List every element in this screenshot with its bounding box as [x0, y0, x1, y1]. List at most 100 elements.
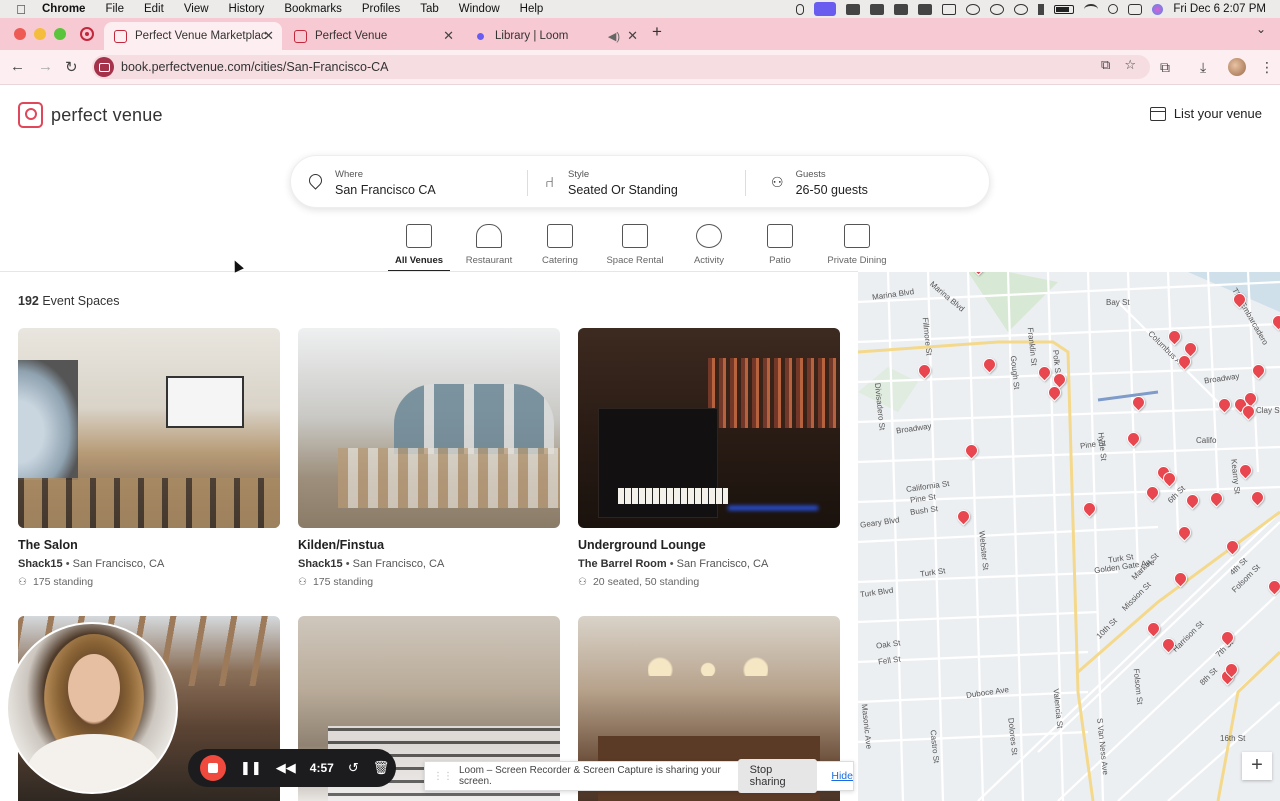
menu-history[interactable]: History: [229, 3, 265, 15]
map-zoom-in-button[interactable]: +: [1242, 752, 1272, 780]
profile-avatar[interactable]: [1228, 58, 1246, 76]
menu-edit[interactable]: Edit: [144, 3, 164, 15]
venue-card[interactable]: The Salon Shack15 • San Francisco, CA ⚇ 1…: [18, 328, 280, 588]
screen-record-icon[interactable]: [814, 2, 837, 16]
zoom-window-button[interactable]: [54, 28, 66, 40]
category-space-rental[interactable]: Space Rental: [592, 224, 678, 266]
sharing-message: Loom – Screen Recorder & Screen Capture …: [459, 765, 721, 787]
close-tab-icon[interactable]: ✕: [263, 28, 274, 44]
category-label: Catering: [542, 255, 578, 266]
menu-tab[interactable]: Tab: [420, 3, 439, 15]
site-info-icon[interactable]: [94, 57, 114, 77]
address-bar[interactable]: book.perfectvenue.com/cities/San-Francis…: [92, 55, 1150, 79]
extensions-puzzle-icon[interactable]: ⧉: [1160, 59, 1170, 76]
hide-banner-link[interactable]: Hide: [831, 770, 853, 782]
category-patio[interactable]: Patio: [740, 224, 820, 266]
loom-stop-button[interactable]: [200, 755, 226, 781]
battery-icon[interactable]: [1054, 4, 1075, 14]
map-street-label: Califo: [1196, 436, 1217, 445]
new-tab-icon[interactable]: +: [652, 22, 662, 42]
guests-field[interactable]: ⚇ Guests 26-50 guests: [771, 156, 971, 209]
drag-handle-icon[interactable]: ⋮⋮: [433, 771, 453, 782]
pause-icon[interactable]: ❚❚: [240, 760, 262, 776]
wifi-icon[interactable]: [1084, 3, 1099, 15]
dropbox-icon[interactable]: [870, 3, 885, 15]
siri-icon[interactable]: [1152, 3, 1164, 15]
category-restaurant[interactable]: Restaurant: [450, 224, 528, 266]
restart-icon[interactable]: ↺: [348, 760, 359, 776]
play-icon[interactable]: [1014, 3, 1029, 15]
download-icon[interactable]: ⤓: [1200, 59, 1206, 76]
onepassword-icon[interactable]: [990, 3, 1005, 15]
venue-card[interactable]: Underground Lounge The Barrel Room • San…: [578, 328, 840, 588]
window-controls: [14, 28, 66, 40]
category-catering[interactable]: Catering: [528, 224, 592, 266]
category-private-dining[interactable]: Private Dining: [820, 224, 894, 266]
cloud-icon[interactable]: [966, 3, 981, 15]
bluetooth-icon[interactable]: [1038, 3, 1045, 15]
slack-icon[interactable]: [846, 3, 861, 15]
menu-view[interactable]: View: [184, 3, 209, 15]
chrome-menu-icon[interactable]: ⋮: [1260, 59, 1274, 76]
reload-icon[interactable]: ↻: [65, 58, 78, 76]
menu-help[interactable]: Help: [520, 3, 544, 15]
tab-library-loom[interactable]: Library | Loom ◀) ✕: [464, 22, 646, 50]
back-arrow-icon[interactable]: ←: [10, 58, 25, 75]
category-activity[interactable]: Activity: [678, 224, 740, 266]
venue-photo[interactable]: [298, 328, 560, 528]
style-field[interactable]: ⑁ Style Seated Or Standing: [545, 156, 745, 209]
map-street-label: 16th St: [1220, 734, 1246, 743]
close-tab-icon[interactable]: ✕: [443, 28, 454, 44]
where-field[interactable]: Where San Francisco CA: [309, 156, 529, 209]
venue-photo[interactable]: [18, 328, 280, 528]
rewind-icon[interactable]: ◀◀: [276, 760, 296, 776]
bookmark-star-icon[interactable]: ☆: [1124, 57, 1136, 73]
venue-card[interactable]: Kilden/Finstua Shack15 • San Francisco, …: [298, 328, 560, 588]
tab-perfect-venue-marketplace[interactable]: Perfect Venue Marketplac ✕: [104, 22, 282, 50]
venue-map[interactable]: Marina Blvd Marina Blvd Bay St Fillmore …: [858, 272, 1280, 801]
perfect-venue-logo[interactable]: perfect venue: [18, 102, 163, 128]
venue-host: Shack15 • San Francisco, CA: [18, 558, 165, 570]
microphone-icon[interactable]: [796, 3, 805, 15]
venue-capacity: ⚇ 20 seated, 50 standing: [578, 576, 840, 588]
list-your-venue-link[interactable]: List your venue: [1149, 106, 1262, 121]
category-all-venues[interactable]: All Venues: [388, 224, 450, 272]
location-pin-icon: [309, 174, 323, 192]
control-center-icon[interactable]: [1128, 3, 1143, 15]
menu-window[interactable]: Window: [459, 3, 500, 15]
spotlight-icon[interactable]: [1108, 4, 1119, 14]
venue-photo[interactable]: [578, 328, 840, 528]
menu-profiles[interactable]: Profiles: [362, 3, 400, 15]
loom-camera-bubble[interactable]: [6, 622, 178, 794]
venue-capacity: ⚇ 175 standing: [18, 576, 280, 588]
menu-chrome[interactable]: Chrome: [42, 3, 85, 15]
venue-title[interactable]: Underground Lounge: [578, 538, 840, 552]
forward-arrow-icon[interactable]: →: [38, 58, 53, 75]
menubar-clock[interactable]: Fri Dec 6 2:07 PM: [1173, 3, 1266, 15]
tab-perfect-venue[interactable]: Perfect Venue ✕: [284, 22, 462, 50]
chair-icon: ⑁: [545, 174, 555, 191]
venue-title[interactable]: Kilden/Finstua: [298, 538, 560, 552]
drive-icon[interactable]: [942, 3, 957, 15]
close-window-button[interactable]: [14, 28, 26, 40]
apple-menu-icon[interactable]: : [14, 2, 28, 17]
venue-city: San Francisco, CA: [676, 558, 769, 570]
speaker-icon[interactable]: ◀): [608, 30, 620, 43]
tab-search-chevron-icon[interactable]: ⌄: [1256, 22, 1266, 36]
menu-file[interactable]: File: [105, 3, 124, 15]
url-text[interactable]: book.perfectvenue.com/cities/San-Francis…: [121, 60, 388, 74]
category-label: Private Dining: [827, 255, 887, 266]
minimize-window-button[interactable]: [34, 28, 46, 40]
venue-title[interactable]: The Salon: [18, 538, 280, 552]
close-tab-icon[interactable]: ✕: [627, 28, 638, 44]
install-app-icon[interactable]: ⧉: [1101, 57, 1110, 73]
category-tabs: All Venues Restaurant Catering Space Ren…: [388, 224, 894, 272]
stop-sharing-button[interactable]: Stop sharing: [737, 759, 818, 793]
menu-bookmarks[interactable]: Bookmarks: [284, 3, 342, 15]
trash-icon[interactable]: 🗑: [373, 760, 390, 776]
dining-table-icon: [844, 224, 870, 248]
send-icon[interactable]: [894, 3, 909, 15]
loom-favicon-icon: [474, 29, 487, 43]
browser-toolbar: ← → ↻ book.perfectvenue.com/cities/San-F…: [0, 50, 1280, 85]
docker-icon[interactable]: [918, 3, 933, 15]
